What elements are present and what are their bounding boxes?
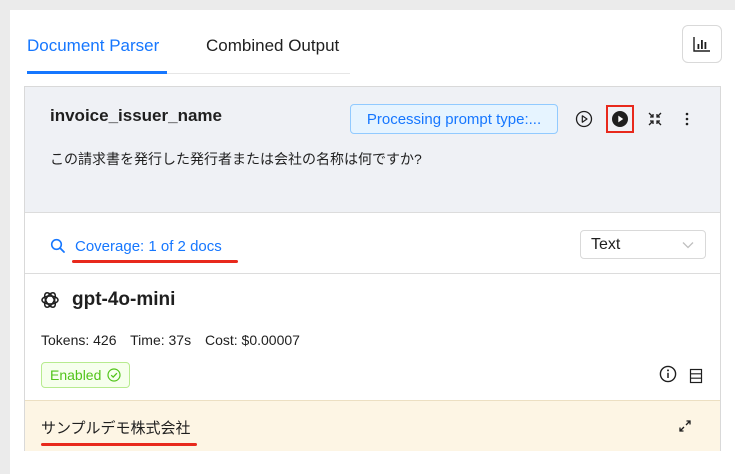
model-name: gpt-4o-mini — [72, 289, 176, 310]
prompt-name[interactable]: invoice_issuer_name — [50, 106, 222, 126]
tab-divider — [167, 73, 350, 74]
output-format-select[interactable]: Text — [580, 230, 706, 259]
play-circle-filled-icon — [612, 111, 628, 127]
chevron-down-icon — [682, 242, 694, 249]
prompt-card: invoice_issuer_name Processing prompt ty… — [24, 86, 721, 451]
model-output-section: gpt-4o-mini Tokens: 426 Time: 37s Cost: … — [25, 275, 720, 400]
coverage-highlight-underline — [72, 260, 238, 263]
openai-logo-icon — [41, 292, 59, 308]
run-cost: Cost: $0.00007 — [204, 332, 300, 348]
expand-icon[interactable] — [678, 419, 692, 433]
status-badge: Processing prompt type:... — [350, 104, 558, 134]
info-icon[interactable] — [659, 365, 677, 383]
output-format-value: Text — [591, 236, 621, 253]
run-single-button[interactable] — [572, 107, 596, 131]
usage-stats: Tokens: 426 Time: 37s Cost: $0.00007 — [41, 332, 310, 348]
play-circle-outline-icon — [575, 110, 593, 128]
tab-combined-output[interactable]: Combined Output — [206, 36, 339, 56]
result-section: サンプルデモ株式会社 — [25, 400, 720, 451]
active-tab-indicator — [27, 71, 167, 74]
check-circle-icon — [107, 368, 121, 382]
run-time: Time: 37s — [130, 332, 192, 348]
enabled-label: Enabled — [50, 367, 102, 383]
prompt-text[interactable]: この請求書を発行した発行者または会社の名称は何ですか? — [50, 149, 422, 169]
database-icon[interactable] — [689, 368, 703, 384]
main-panel: Document Parser Combined Output invoice_… — [10, 10, 735, 474]
result-value: サンプルデモ株式会社 — [41, 420, 191, 437]
metrics-chart-button[interactable] — [682, 25, 722, 63]
collapse-button[interactable] — [643, 107, 667, 131]
compress-icon — [648, 112, 662, 126]
more-options-button[interactable] — [675, 107, 699, 131]
search-icon — [50, 238, 65, 253]
bar-chart-icon — [693, 37, 710, 52]
coverage-link[interactable]: Coverage: 1 of 2 docs — [75, 238, 222, 255]
token-count: Tokens: 426 — [41, 332, 117, 348]
result-highlight-underline — [41, 443, 197, 446]
coverage-row: Coverage: 1 of 2 docs Text — [25, 214, 720, 274]
more-vertical-icon — [685, 112, 689, 126]
tab-document-parser[interactable]: Document Parser — [27, 36, 159, 56]
prompt-header: invoice_issuer_name Processing prompt ty… — [25, 87, 720, 213]
enabled-badge[interactable]: Enabled — [41, 362, 131, 388]
run-all-button[interactable] — [606, 105, 634, 133]
